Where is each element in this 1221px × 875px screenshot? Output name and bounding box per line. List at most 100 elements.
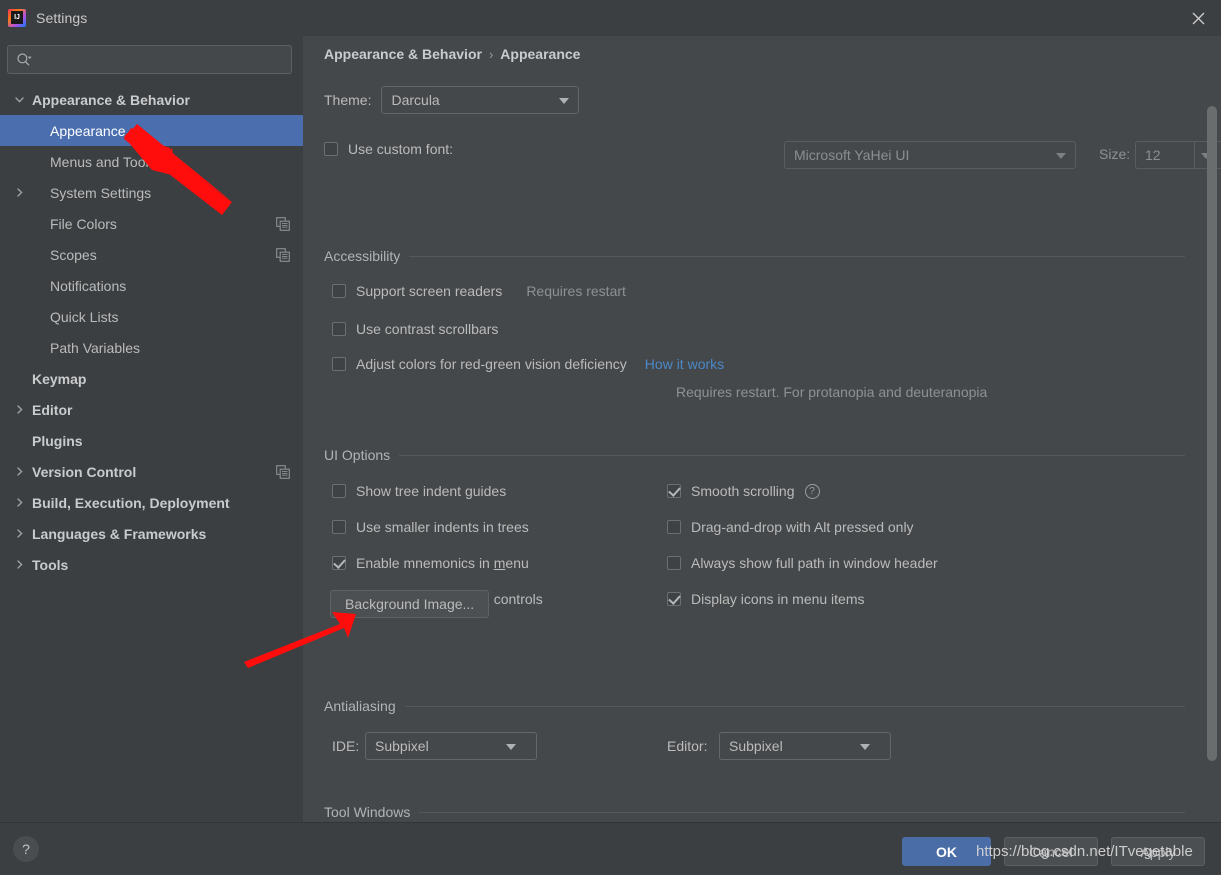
sidebar-item-path-variables[interactable]: Path Variables bbox=[0, 332, 303, 363]
settings-content-panel: Appearance & Behavior › Appearance Theme… bbox=[303, 36, 1221, 822]
close-icon[interactable] bbox=[1175, 0, 1221, 36]
chevron-down-icon bbox=[559, 98, 570, 104]
tool-windows-section-header: Tool Windows bbox=[324, 804, 1185, 820]
sidebar-item-label: Appearance bbox=[50, 122, 126, 139]
theme-select[interactable]: Darcula bbox=[381, 86, 580, 114]
drag-and-drop-alt-label: Drag-and-drop with Alt pressed only bbox=[691, 519, 914, 535]
accessibility-sub-hint: Requires restart. For protanopia and deu… bbox=[676, 384, 988, 400]
background-image-button[interactable]: Background Image... bbox=[330, 590, 490, 618]
theme-row: Theme: Darcula bbox=[324, 86, 580, 114]
chevron-down-icon bbox=[860, 744, 870, 750]
use-contrast-scrollbars-checkbox[interactable] bbox=[332, 322, 346, 336]
use-custom-font-checkbox[interactable] bbox=[324, 142, 338, 156]
chevron-down-icon bbox=[1056, 153, 1066, 159]
accessibility-section-header: Accessibility bbox=[324, 248, 1185, 264]
breadcrumb-parent[interactable]: Appearance & Behavior bbox=[324, 46, 482, 62]
sidebar-item-appearance[interactable]: Appearance bbox=[0, 115, 303, 146]
antialiasing-editor-label: Editor: bbox=[667, 738, 708, 754]
search-icon bbox=[16, 52, 32, 68]
antialiasing-editor-select[interactable]: Subpixel bbox=[719, 732, 891, 760]
use-custom-font-row: Use custom font: bbox=[324, 141, 453, 157]
copy-settings-icon[interactable] bbox=[276, 247, 290, 262]
sidebar-item-editor[interactable]: Editor bbox=[0, 394, 303, 425]
antialiasing-section-title: Antialiasing bbox=[324, 698, 396, 714]
settings-tree: Appearance & Behavior Appearance Menus and… bbox=[0, 84, 303, 580]
chevron-right-icon[interactable] bbox=[10, 184, 28, 202]
sidebar-item-label: System Settings bbox=[50, 184, 152, 201]
display-icons-menu-items-label: Display icons in menu items bbox=[691, 591, 865, 607]
support-screen-readers-row: Support screen readers Requires restart bbox=[332, 283, 626, 299]
chevron-right-icon[interactable] bbox=[10, 463, 28, 481]
chevron-right-icon[interactable] bbox=[10, 556, 28, 574]
sidebar-item-build-execution-deployment[interactable]: Build, Execution, Deployment bbox=[0, 487, 303, 518]
enable-mnemonics-menu-checkbox[interactable] bbox=[332, 556, 346, 570]
mnemonic-underline: m bbox=[493, 555, 506, 571]
sidebar-item-notifications[interactable]: Notifications bbox=[0, 270, 303, 301]
adjust-colors-checkbox[interactable] bbox=[332, 357, 346, 371]
search-input[interactable] bbox=[32, 46, 291, 73]
ok-button[interactable]: OK bbox=[902, 837, 991, 866]
breadcrumb-current: Appearance bbox=[500, 46, 581, 62]
cancel-button[interactable]: Cancel bbox=[1004, 837, 1098, 866]
use-smaller-indents-label: Use smaller indents in trees bbox=[356, 519, 529, 535]
use-custom-font-label: Use custom font: bbox=[348, 141, 454, 157]
apply-button[interactable]: Apply bbox=[1111, 837, 1205, 866]
sidebar-item-label: Appearance & Behavior bbox=[32, 91, 190, 108]
section-divider bbox=[404, 705, 1185, 707]
sidebar-item-label: File Colors bbox=[50, 215, 117, 232]
show-tree-indent-guides-checkbox[interactable] bbox=[332, 484, 346, 498]
sidebar-item-label: Path Variables bbox=[50, 339, 141, 356]
sidebar-item-plugins[interactable]: Plugins bbox=[0, 425, 303, 456]
font-size-label: Size: bbox=[1099, 146, 1131, 162]
antialiasing-section-header: Antialiasing bbox=[324, 698, 1185, 714]
use-smaller-indents-checkbox[interactable] bbox=[332, 520, 346, 534]
copy-settings-icon[interactable] bbox=[276, 464, 290, 479]
sidebar-item-label: Plugins bbox=[32, 432, 83, 449]
ui-options-section-header: UI Options bbox=[324, 447, 1185, 463]
copy-settings-icon[interactable] bbox=[276, 216, 290, 231]
display-icons-menu-items-checkbox[interactable] bbox=[667, 592, 681, 606]
help-button[interactable]: ? bbox=[13, 836, 39, 862]
display-icons-menu-items-row: Display icons in menu items bbox=[667, 591, 865, 607]
sidebar-item-label: Languages & Frameworks bbox=[32, 525, 207, 542]
sidebar-item-tools[interactable]: Tools bbox=[0, 549, 303, 580]
always-show-full-path-checkbox[interactable] bbox=[667, 556, 681, 570]
question-mark-icon[interactable]: ? bbox=[804, 483, 820, 499]
sidebar-item-label: Build, Execution, Deployment bbox=[32, 494, 230, 511]
sidebar-item-file-colors[interactable]: File Colors bbox=[0, 208, 303, 239]
custom-font-value: Microsoft YaHei UI bbox=[794, 147, 910, 163]
sidebar-item-menus-and-toolbars[interactable]: Menus and Toolbars bbox=[0, 146, 303, 177]
theme-select-value: Darcula bbox=[391, 92, 440, 108]
sidebar-item-languages-frameworks[interactable]: Languages & Frameworks bbox=[0, 518, 303, 549]
always-show-full-path-label: Always show full path in window header bbox=[691, 555, 938, 571]
search-box[interactable] bbox=[7, 45, 292, 74]
chevron-right-icon[interactable] bbox=[10, 401, 28, 419]
chevron-right-icon[interactable] bbox=[10, 525, 28, 543]
chevron-down-icon[interactable] bbox=[10, 91, 28, 109]
breadcrumb-separator-icon: › bbox=[488, 46, 494, 62]
content-scrollbar[interactable] bbox=[1207, 36, 1217, 822]
support-screen-readers-checkbox[interactable] bbox=[332, 284, 346, 298]
sidebar-item-appearance-behavior[interactable]: Appearance & Behavior bbox=[0, 84, 303, 115]
scrollbar-thumb[interactable] bbox=[1207, 106, 1217, 761]
sidebar-item-version-control[interactable]: Version Control bbox=[0, 456, 303, 487]
use-contrast-scrollbars-row: Use contrast scrollbars bbox=[332, 321, 498, 337]
dialog-footer: ? OK Cancel Apply bbox=[0, 822, 1221, 875]
sidebar-item-label: Menus and Toolbars bbox=[50, 153, 176, 170]
antialiasing-ide-select[interactable]: Subpixel bbox=[365, 732, 537, 760]
section-divider bbox=[419, 811, 1185, 813]
smooth-scrolling-checkbox[interactable] bbox=[667, 484, 681, 498]
show-tree-indent-guides-label: Show tree indent guides bbox=[356, 483, 507, 499]
sidebar-item-label: Editor bbox=[32, 401, 73, 418]
sidebar-item-keymap[interactable]: Keymap bbox=[0, 363, 303, 394]
adjust-colors-label: Adjust colors for red-green vision defic… bbox=[356, 356, 627, 372]
sidebar-item-quick-lists[interactable]: Quick Lists bbox=[0, 301, 303, 332]
sidebar-item-system-settings[interactable]: System Settings bbox=[0, 177, 303, 208]
chevron-right-icon[interactable] bbox=[10, 494, 28, 512]
custom-font-select[interactable]: Microsoft YaHei UI bbox=[784, 141, 1076, 169]
drag-and-drop-alt-checkbox[interactable] bbox=[667, 520, 681, 534]
sidebar-item-scopes[interactable]: Scopes bbox=[0, 239, 303, 270]
smooth-scrolling-label: Smooth scrolling bbox=[691, 483, 795, 499]
use-smaller-indents-row: Use smaller indents in trees bbox=[332, 519, 529, 535]
how-it-works-link[interactable]: How it works bbox=[645, 356, 724, 372]
